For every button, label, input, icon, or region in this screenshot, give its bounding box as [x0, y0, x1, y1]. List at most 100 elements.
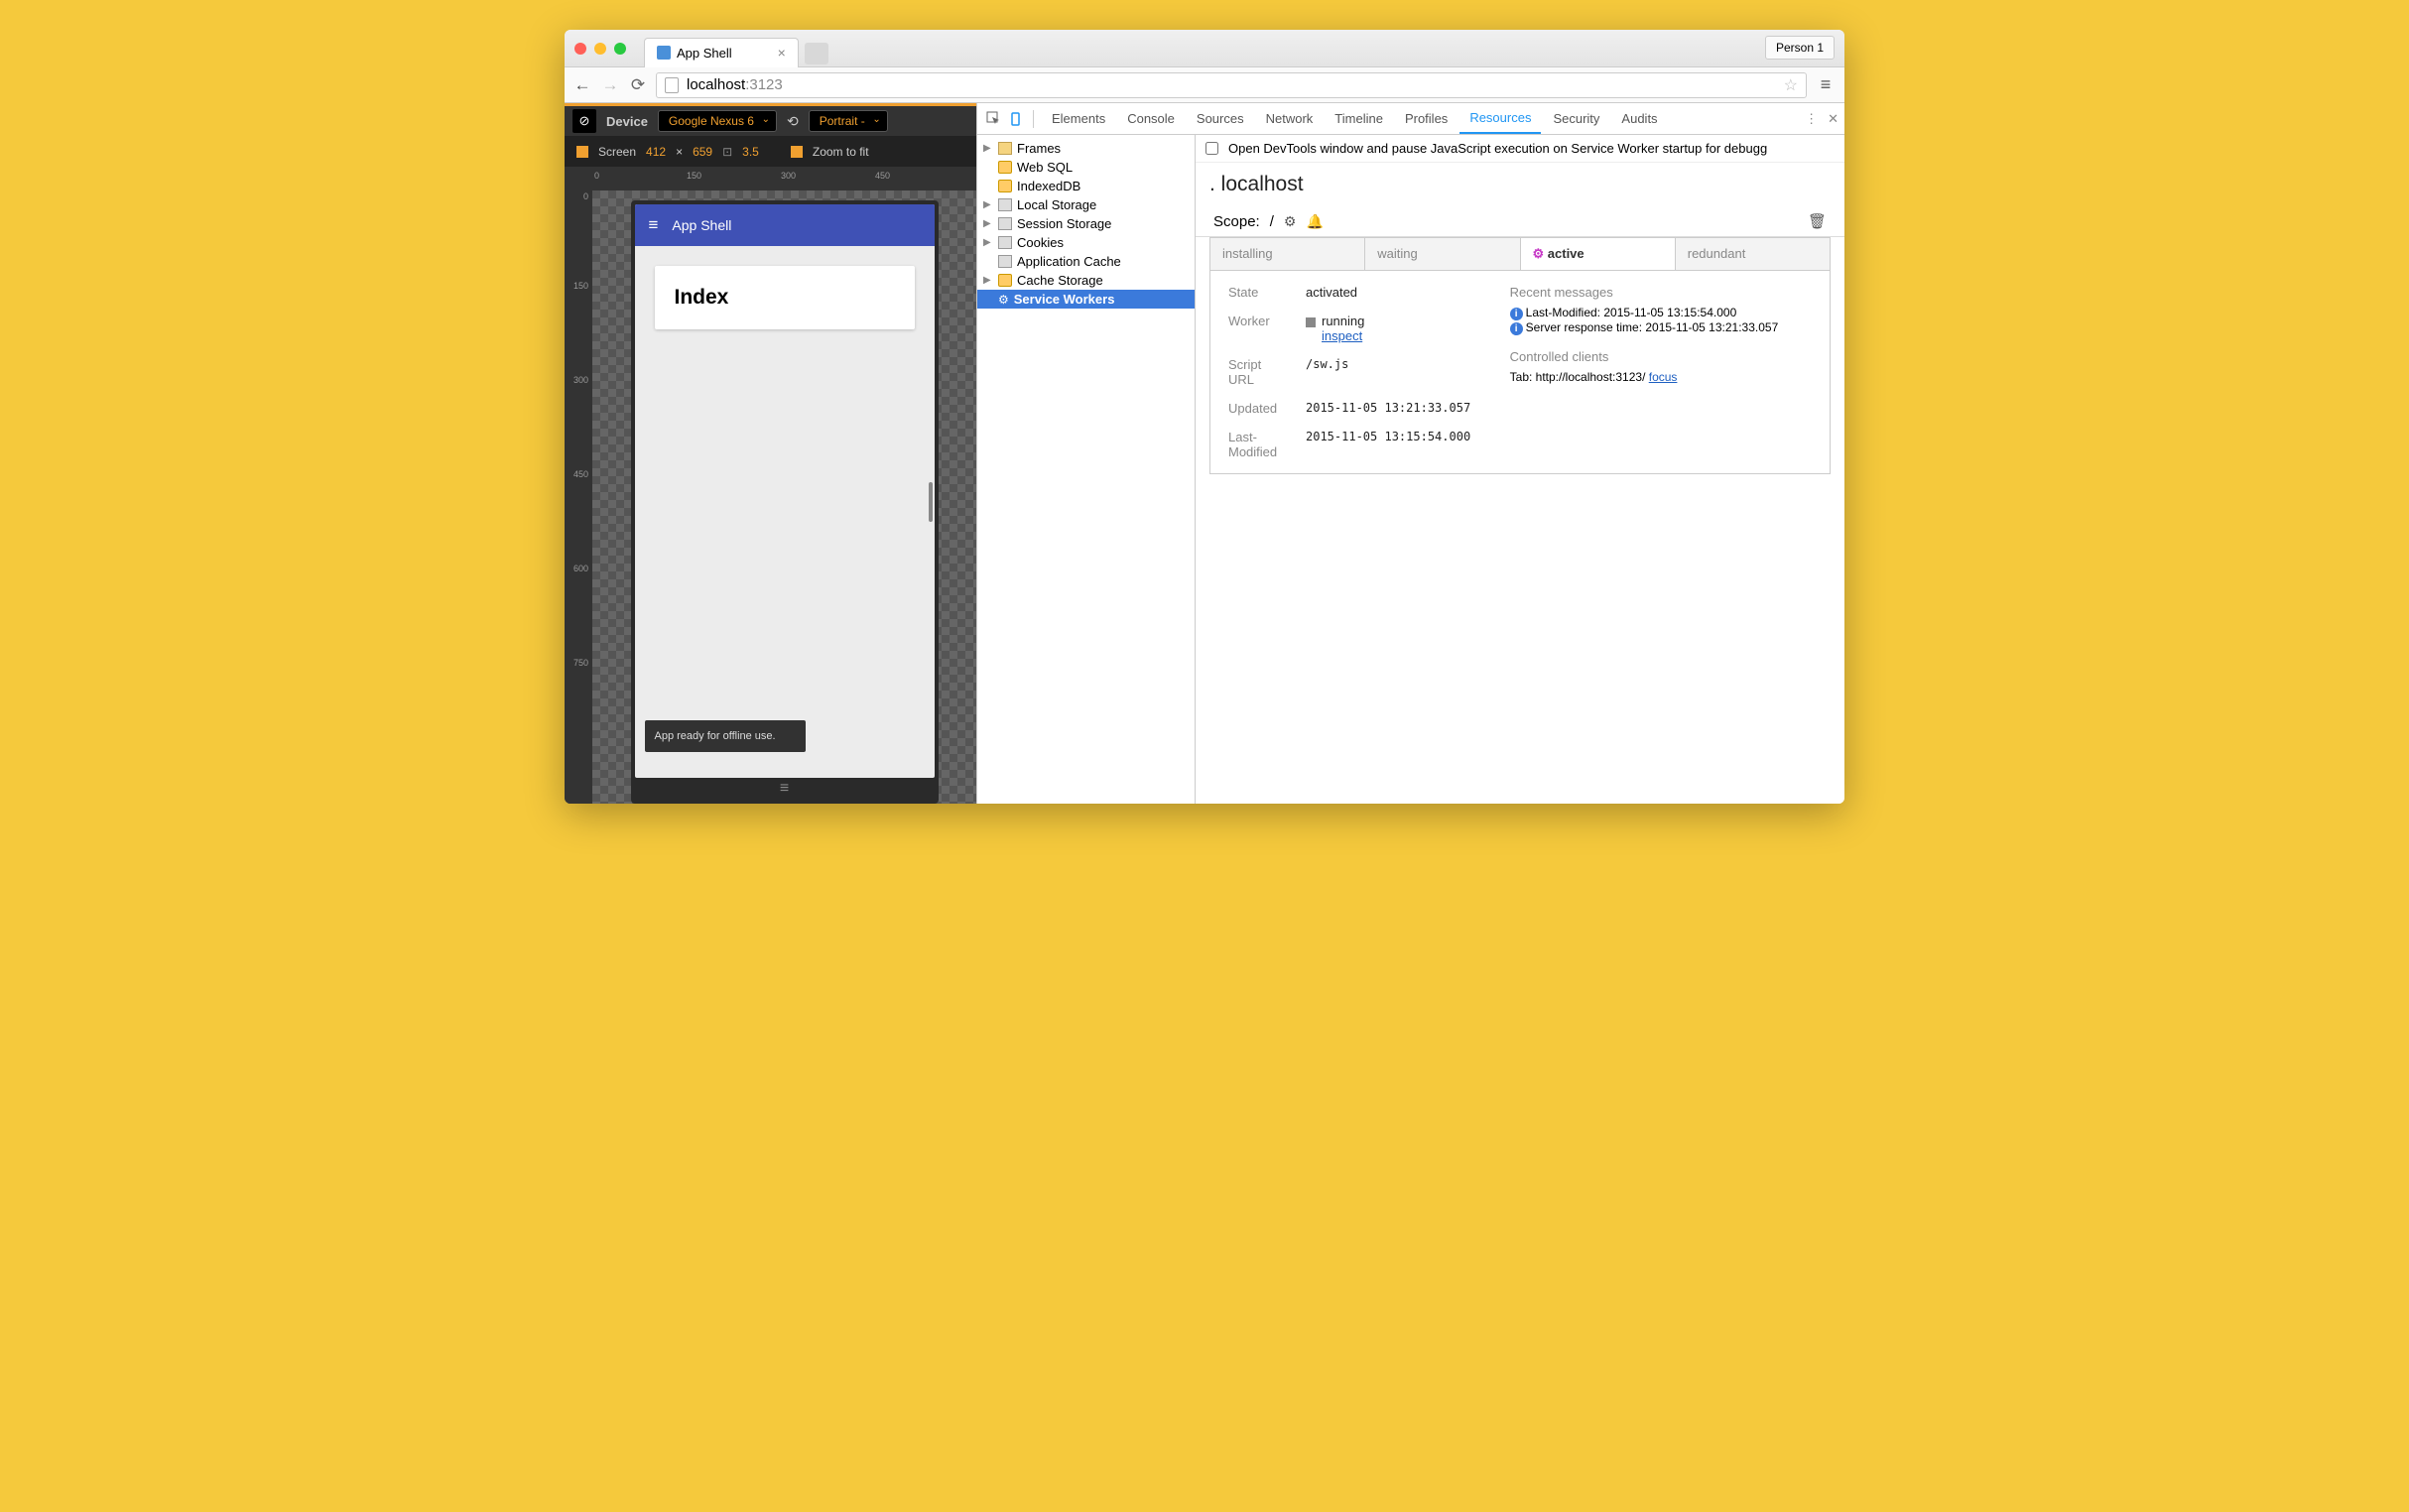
devtools-body: ▶Frames Web SQL IndexedDB ▶Local Storage… [977, 135, 1844, 804]
tab-profiles[interactable]: Profiles [1395, 104, 1458, 133]
database-icon [998, 274, 1012, 287]
bookmark-icon[interactable]: ☆ [1784, 75, 1798, 95]
tree-sessionstorage[interactable]: ▶Session Storage [977, 214, 1195, 233]
new-tab-button[interactable] [805, 43, 828, 64]
clients-heading: Controlled clients [1510, 349, 1812, 364]
service-worker-body: Stateactivated Workerrunninginspect Scri… [1209, 271, 1831, 474]
tab-console[interactable]: Console [1117, 104, 1185, 133]
gear-icon[interactable]: ⚙ [1284, 213, 1297, 230]
back-button[interactable]: ← [572, 75, 592, 95]
chevron-down-icon: ⌄ [872, 114, 880, 125]
script-label: Script URL [1228, 357, 1290, 387]
close-window-icon[interactable] [574, 43, 586, 55]
inspect-icon[interactable] [983, 109, 1003, 129]
scrollbar-icon[interactable] [929, 482, 933, 522]
worker-label: Worker [1228, 314, 1290, 343]
phone-screen[interactable]: ≡ App Shell Index App ready for offline … [635, 204, 935, 778]
reload-button[interactable]: ⟳ [628, 75, 648, 95]
device-select[interactable]: Google Nexus 6⌄ [658, 110, 777, 132]
screen-label: Screen [598, 145, 636, 159]
tab-network[interactable]: Network [1256, 104, 1324, 133]
app-title: App Shell [672, 217, 731, 233]
inspect-link[interactable]: inspect [1322, 328, 1362, 343]
url-host: localhost [687, 76, 745, 93]
info-icon: i [1510, 308, 1523, 320]
storage-icon [998, 236, 1012, 249]
browser-window: App Shell × Person 1 ← → ⟳ localhost:312… [565, 30, 1844, 804]
tree-indexeddb[interactable]: IndexedDB [977, 177, 1195, 195]
device-toolbar: ⊘ Device Google Nexus 6⌄ ⟲ Portrait -⌄ [565, 103, 976, 137]
url-input[interactable]: localhost:3123 ☆ [656, 72, 1807, 98]
screen-width[interactable]: 412 [646, 145, 666, 159]
resources-tree: ▶Frames Web SQL IndexedDB ▶Local Storage… [977, 135, 1196, 804]
tab-security[interactable]: Security [1543, 104, 1609, 133]
zoom-checkbox[interactable] [791, 146, 803, 158]
screen-checkbox[interactable] [576, 146, 588, 158]
ruler-horizontal: 0 150 300 450 [592, 167, 976, 190]
tree-serviceworkers[interactable]: ⚙Service Workers [977, 290, 1195, 309]
maximize-window-icon[interactable] [614, 43, 626, 55]
folder-icon [998, 142, 1012, 155]
phone-frame: ≡ App Shell Index App ready for offline … [631, 200, 939, 804]
screen-height[interactable]: 659 [693, 145, 712, 159]
origin-heading: . localhost [1196, 163, 1844, 206]
close-tab-icon[interactable]: × [778, 45, 786, 61]
tab-sources[interactable]: Sources [1187, 104, 1254, 133]
devtools-close-icon[interactable]: ✕ [1828, 111, 1838, 127]
titlebar: App Shell × Person 1 [565, 30, 1844, 67]
tree-localstorage[interactable]: ▶Local Storage [977, 195, 1195, 214]
storage-icon [998, 255, 1012, 268]
browser-menu-icon[interactable]: ≡ [1815, 74, 1837, 95]
focus-link[interactable]: focus [1649, 370, 1678, 384]
window-controls [574, 43, 626, 55]
minimize-window-icon[interactable] [594, 43, 606, 55]
status-redundant[interactable]: redundant [1676, 238, 1830, 270]
messages-heading: Recent messages [1510, 285, 1812, 300]
content-area: ⊘ Device Google Nexus 6⌄ ⟲ Portrait -⌄ S… [565, 103, 1844, 804]
status-installing[interactable]: installing [1210, 238, 1365, 270]
storage-icon [998, 217, 1012, 230]
app-bar: ≡ App Shell [635, 204, 935, 246]
device-canvas-area: 0 150 300 450 600 750 0 150 300 450 [565, 167, 976, 804]
pause-checkbox[interactable] [1205, 142, 1218, 155]
url-port: :3123 [745, 76, 783, 93]
script-value: /sw.js [1306, 357, 1348, 387]
status-waiting[interactable]: waiting [1365, 238, 1520, 270]
device-mode-icon[interactable] [1005, 109, 1025, 129]
tab-title: App Shell [677, 46, 732, 61]
database-icon [998, 161, 1012, 174]
hamburger-icon[interactable]: ≡ [649, 215, 659, 235]
stop-icon[interactable] [1306, 317, 1316, 327]
disable-emulation-icon[interactable]: ⊘ [572, 109, 596, 133]
tree-frames[interactable]: ▶Frames [977, 139, 1195, 158]
scope-row: Scope: / ⚙ 🔔 🗑 [1196, 206, 1844, 237]
tree-cookies[interactable]: ▶Cookies [977, 233, 1195, 252]
orientation-select[interactable]: Portrait -⌄ [809, 110, 888, 132]
client-row: Tab: http://localhost:3123/ focus [1510, 370, 1812, 384]
devtools-menu-icon[interactable]: ⋮ [1805, 111, 1818, 127]
lastmod-label: Last-Modified [1228, 430, 1290, 459]
state-value: activated [1306, 285, 1357, 300]
tab-resources[interactable]: Resources [1459, 103, 1541, 134]
status-active[interactable]: ⚙ active [1521, 238, 1676, 270]
tab-audits[interactable]: Audits [1611, 104, 1667, 133]
scope-label: Scope: [1213, 213, 1260, 230]
tree-websql[interactable]: Web SQL [977, 158, 1195, 177]
address-bar: ← → ⟳ localhost:3123 ☆ ≡ [565, 67, 1844, 103]
rotate-icon[interactable]: ⟲ [787, 113, 799, 130]
devtools-pane: Elements Console Sources Network Timelin… [976, 103, 1844, 804]
browser-tab[interactable]: App Shell × [644, 38, 799, 67]
bell-icon[interactable]: 🔔 [1306, 213, 1323, 230]
tab-elements[interactable]: Elements [1042, 104, 1115, 133]
trash-icon[interactable]: 🗑 [1808, 212, 1827, 230]
pause-on-start-row: Open DevTools window and pause JavaScrip… [1196, 135, 1844, 163]
updated-label: Updated [1228, 401, 1290, 416]
tree-appcache[interactable]: Application Cache [977, 252, 1195, 271]
dpr-value[interactable]: 3.5 [742, 145, 759, 159]
scope-value: / [1270, 213, 1274, 230]
forward-button[interactable]: → [600, 75, 620, 95]
info-icon: i [1510, 322, 1523, 335]
tab-timeline[interactable]: Timeline [1325, 104, 1393, 133]
profile-button[interactable]: Person 1 [1765, 36, 1835, 60]
tree-cachestorage[interactable]: ▶Cache Storage [977, 271, 1195, 290]
